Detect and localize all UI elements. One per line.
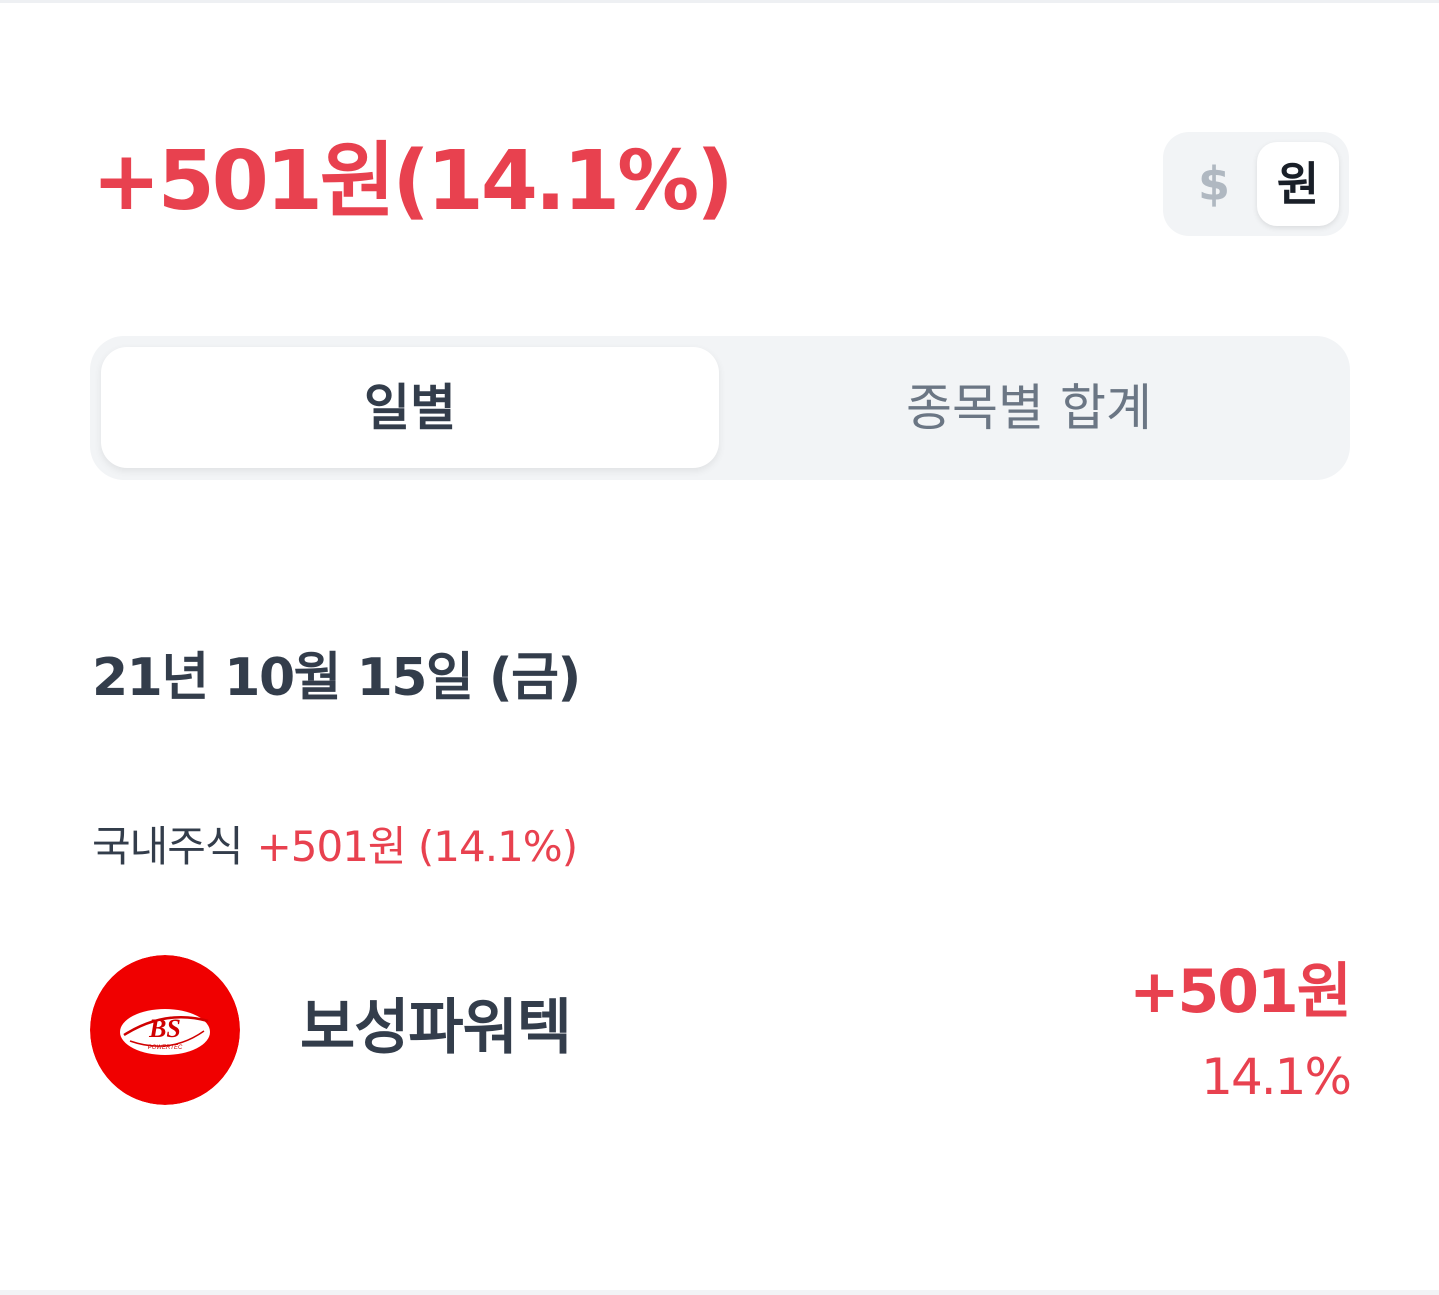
domestic-stock-summary: 국내주식 +501원 (14.1%)	[92, 820, 579, 874]
logo-subtext: POWERTEC	[148, 1045, 183, 1051]
date-heading: 21년 10월 15일 (금)	[92, 648, 581, 708]
section-change: +501원 (14.1%)	[256, 822, 579, 871]
tab-by-stock-total[interactable]: 종목별 합계	[719, 347, 1339, 468]
stock-name: 보성파워텍	[300, 993, 572, 1063]
view-tabs: 일별 종목별 합계	[90, 336, 1350, 480]
top-divider	[0, 0, 1439, 3]
currency-option-won[interactable]: 원	[1257, 142, 1339, 226]
bottom-divider	[0, 1290, 1439, 1295]
currency-option-dollar[interactable]: $	[1173, 142, 1255, 226]
stock-change-amount: +501원	[1129, 957, 1352, 1027]
logo-text: BS	[148, 1014, 181, 1043]
section-label: 국내주식	[92, 822, 244, 871]
bosung-powertec-logo-icon: BS POWERTEC	[90, 955, 240, 1105]
tab-daily[interactable]: 일별	[101, 347, 719, 468]
currency-toggle[interactable]: $ 원	[1163, 132, 1349, 236]
total-profit-amount: +501원(14.1%)	[92, 134, 734, 229]
stock-change-rate: 14.1%	[1201, 1048, 1352, 1106]
stock-row[interactable]: BS POWERTEC 보성파워텍 +501원 14.1%	[90, 955, 1352, 1107]
